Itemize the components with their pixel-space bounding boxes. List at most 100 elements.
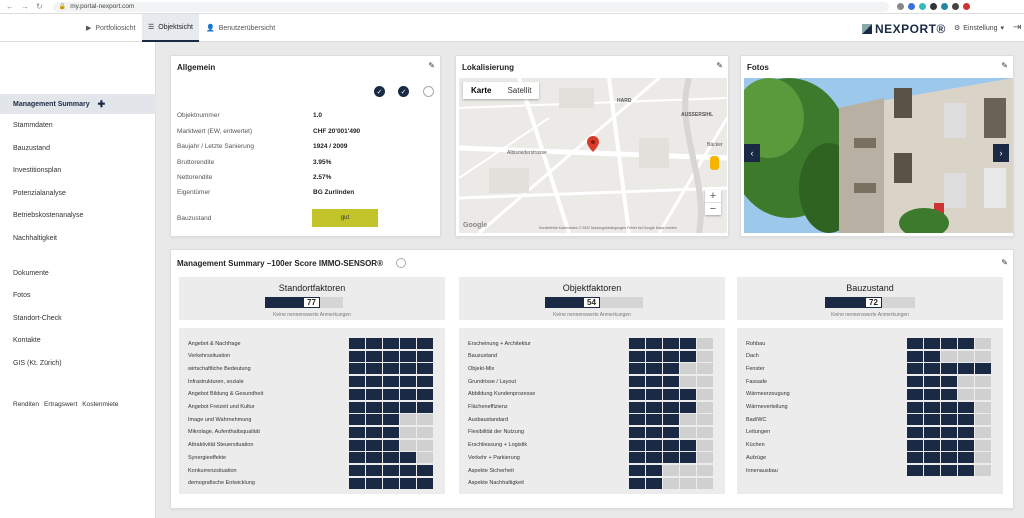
allgemein-panel: Allgemein ✎ ✓ ✓ Objektnummer 1.0 Marktwe… (170, 55, 441, 237)
factor-row: Objekt-Mix (468, 363, 718, 375)
rating-cell (680, 477, 696, 489)
rating-cell (646, 477, 662, 489)
sidebar-item-investitionsplan[interactable]: Investitionsplan (13, 167, 61, 174)
factor-row: wirtschaftliche Bedeutung (188, 363, 438, 375)
field-label: Baujahr / Letzte Sanierung (177, 143, 254, 150)
ext-icon[interactable] (896, 3, 904, 10)
sidebar-item-dokumente[interactable]: Dokumente (13, 270, 49, 277)
factor-rating (349, 465, 433, 476)
map-type-karte[interactable]: Karte (463, 82, 499, 99)
lock-icon: 🔒 (58, 4, 67, 10)
sidebar-item-bauzustand[interactable]: Bauzustand (13, 145, 50, 152)
factor-row: Synergieeffekte (188, 452, 438, 464)
next-photo-button[interactable]: › (993, 144, 1009, 162)
top-nav: ▶ Portfoliosicht ☰ Objektsicht 👤 Benutze… (0, 14, 1024, 42)
tab-objektsicht[interactable]: ☰ Objektsicht (142, 14, 199, 42)
rating-cell (958, 401, 974, 413)
sidebar-item-betriebskostenanalyse[interactable]: Betriebskostenanalyse (13, 212, 83, 219)
factor-label: Image und Wahrnehmung (188, 416, 252, 423)
zoom-out-icon[interactable]: − (705, 202, 721, 215)
score-group-objektfaktoren: Objektfaktoren 54 Keine nennenswerte Anm… (459, 277, 725, 320)
edit-icon[interactable]: ✎ (716, 61, 723, 70)
check-circle-icon[interactable]: ✓ (398, 86, 409, 97)
forward-icon[interactable]: → (21, 2, 29, 11)
zoom-in-icon[interactable]: + (705, 190, 721, 202)
rating-cell (697, 465, 713, 476)
location-pin-icon[interactable] (587, 136, 599, 152)
settings-menu[interactable]: ⚙ Einstellung ▾ (954, 24, 1004, 33)
rating-cell (366, 465, 382, 476)
prev-photo-button[interactable]: ‹ (744, 144, 760, 162)
building-photo[interactable]: ‹ › (744, 78, 1013, 233)
map-view[interactable]: Karte Satellit HARD Albisriederstrasse B… (459, 78, 727, 233)
rating-cell (417, 426, 433, 438)
sidebar-item-standort-check[interactable]: Standort-Check (13, 315, 62, 322)
logout-icon[interactable]: ⇥ (1013, 22, 1021, 33)
link-ertragswert[interactable]: Ertragswert (44, 401, 77, 408)
rating-cell (907, 401, 923, 413)
sidebar-item-fotos[interactable]: Fotos (13, 292, 31, 299)
rating-cell (958, 465, 974, 476)
rating-cell (975, 439, 991, 451)
ext-icon[interactable] (918, 3, 926, 10)
tab-benutzeruebersicht[interactable]: 👤 Benutzerübersicht (200, 14, 281, 42)
rating-cell (366, 439, 382, 451)
rating-cell (958, 388, 974, 400)
rating-cell (663, 426, 679, 438)
sidebar-item-management-summary[interactable]: Management Summary ✚ (0, 94, 156, 114)
pegman-icon[interactable] (710, 156, 719, 170)
score-header: Standortfaktoren 77 Keine nennenswerte A… (179, 277, 445, 320)
factor-rating (907, 363, 991, 375)
reload-icon[interactable]: ↻ (36, 2, 43, 11)
factor-rating (629, 401, 713, 413)
zoom-controls: + − (705, 190, 721, 215)
back-icon[interactable]: ← (6, 2, 14, 11)
sidebar-item-potenzialanalyse[interactable]: Potenzialanalyse (13, 190, 66, 197)
rating-cell (941, 350, 957, 362)
rating-cell (924, 363, 940, 375)
brand-logo: NEXPORT® (862, 22, 946, 36)
photo-illustration (744, 78, 1013, 233)
empty-circle-icon[interactable] (396, 258, 406, 268)
rating-cell (663, 376, 679, 388)
google-logo: Google (463, 222, 488, 229)
score-note: Keine nennenswerte Anmerkungen (553, 312, 631, 318)
rating-cell (349, 452, 365, 464)
rating-cell (349, 401, 365, 413)
edit-icon[interactable]: ✎ (1001, 61, 1008, 70)
star-icon[interactable] (907, 3, 915, 10)
factor-rating (629, 426, 713, 438)
sidebar-item-nachhaltigkeit[interactable]: Nachhaltigkeit (13, 235, 57, 242)
factor-label: Abbildung Kundenprozesse (468, 391, 536, 398)
check-circle-icon[interactable]: ✓ (374, 86, 385, 97)
factor-label: Objekt-Mix (468, 365, 495, 372)
edit-icon[interactable]: ✎ (428, 61, 435, 70)
rating-cell (697, 477, 713, 489)
empty-circle-icon[interactable] (423, 86, 434, 97)
factor-label: Infrastrukturen, soziale (188, 378, 244, 385)
factor-row: Aspekte Sicherheit (468, 465, 718, 476)
sidebar-item-gis[interactable]: GIS (Kt. Zürich) (13, 360, 62, 367)
map-type-satellit[interactable]: Satellit (499, 82, 539, 99)
ext-icon[interactable] (951, 3, 959, 10)
rating-cell (958, 350, 974, 362)
rating-cell (349, 376, 365, 388)
link-renditen[interactable]: Renditen (13, 401, 39, 408)
sidebar-item-stammdaten[interactable]: Stammdaten (13, 122, 53, 129)
ext-icon[interactable] (929, 3, 937, 10)
rating-cell (400, 388, 416, 400)
factor-rating (349, 439, 433, 451)
factor-label: Angebot Bildung & Gesundheit (188, 391, 264, 398)
link-kostenmiete[interactable]: Kostenmiete (82, 401, 118, 408)
address-bar[interactable]: 🔒 my.portal-nexport.com (52, 1, 889, 12)
sidebar-item-kontakte[interactable]: Kontakte (13, 337, 41, 344)
plus-icon[interactable]: ✚ (98, 99, 106, 110)
rating-cell (646, 401, 662, 413)
ext-icon[interactable] (940, 3, 948, 10)
rating-cell (975, 363, 991, 375)
factor-rating (907, 452, 991, 464)
chevron-right-icon: › (999, 148, 1003, 158)
ext-icon[interactable] (962, 3, 970, 10)
edit-icon[interactable]: ✎ (1001, 258, 1008, 267)
tab-portfoliosicht[interactable]: ▶ Portfoliosicht (80, 14, 141, 42)
